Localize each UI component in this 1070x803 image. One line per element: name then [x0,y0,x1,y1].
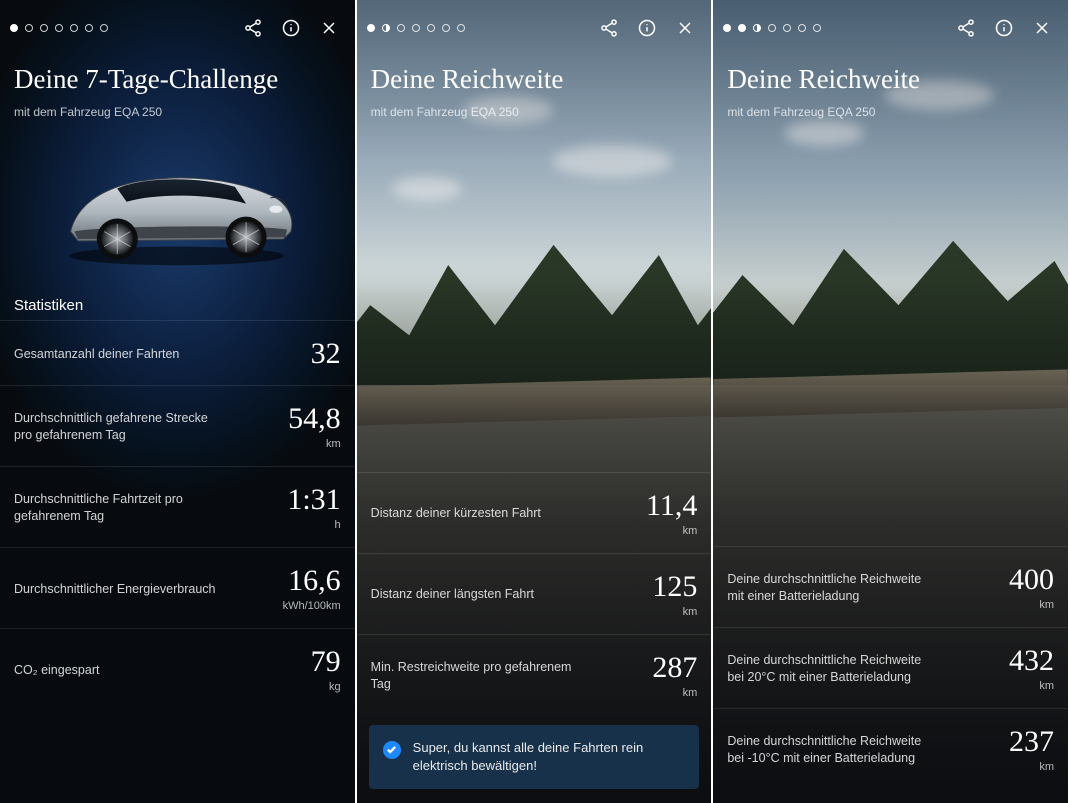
screen-range-a: Deine Reichweite mit dem Fahrzeug EQA 25… [357,0,714,803]
stat-label: Deine durchschnittliche Reichweite bei 2… [727,652,930,686]
page-dot[interactable] [40,24,48,32]
stat-label: Deine durchschnittliche Reichweite mit e… [727,571,930,605]
stat-value: 432 km [1009,646,1054,692]
top-actions [243,18,339,38]
stat-value: 11,4 km [646,491,697,537]
stat-value: 237 km [1009,727,1054,773]
stats-list: Distanz deiner kürzesten Fahrt 11,4 km D… [357,472,712,715]
section-title: Statistiken [0,287,355,320]
banner-text: Super, du kannst alle deine Fahrten rein… [413,739,686,775]
stat-label: Min. Restreichweite pro gefahrenem Tag [371,659,574,693]
stat-value: 125 km [652,572,697,618]
stat-row: Distanz deiner kürzesten Fahrt 11,4 km [357,472,712,553]
stat-label: Deine durchschnittliche Reichweite bei -… [727,733,930,767]
info-icon[interactable] [994,18,1014,38]
vehicle-image [0,127,355,287]
share-icon[interactable] [243,18,263,38]
stat-label: Distanz deiner kürzesten Fahrt [371,505,541,522]
top-bar [357,0,712,46]
page-subtitle: mit dem Fahrzeug EQA 250 [14,105,341,119]
page-indicator[interactable] [367,24,465,32]
share-icon[interactable] [599,18,619,38]
page-dot[interactable] [798,24,806,32]
page-title: Deine Reichweite [727,64,1054,95]
page-indicator[interactable] [723,24,821,32]
stat-label: CO₂ eingespart [14,662,99,679]
screen-range-b: Deine Reichweite mit dem Fahrzeug EQA 25… [713,0,1070,803]
stat-row: Min. Restreichweite pro gefahrenem Tag 2… [357,634,712,715]
page-dot[interactable] [783,24,791,32]
page-dot[interactable] [813,24,821,32]
stat-label: Durchschnittlicher Energieverbrauch [14,581,215,598]
page-subtitle: mit dem Fahrzeug EQA 250 [727,105,1054,119]
page-dot[interactable] [412,24,420,32]
stat-value: 16,6 kWh/100km [283,566,341,612]
page-dot[interactable] [738,24,746,32]
page-dot[interactable] [100,24,108,32]
page-dot[interactable] [457,24,465,32]
page-header: Deine Reichweite mit dem Fahrzeug EQA 25… [713,46,1068,127]
stat-value: 79 kg [311,647,341,693]
page-dot[interactable] [85,24,93,32]
stat-value: 54,8 km [288,404,341,450]
stat-value: 32 [311,339,341,369]
info-icon[interactable] [637,18,657,38]
page-indicator[interactable] [10,24,108,32]
top-actions [599,18,695,38]
close-icon[interactable] [319,18,339,38]
page-dot[interactable] [442,24,450,32]
page-title: Deine 7-Tage-Challenge [14,64,341,95]
top-actions [956,18,1052,38]
close-icon[interactable] [1032,18,1052,38]
page-dot[interactable] [397,24,405,32]
share-icon[interactable] [956,18,976,38]
page-dot[interactable] [768,24,776,32]
page-title: Deine Reichweite [371,64,698,95]
top-bar [0,0,355,46]
page-dot[interactable] [382,24,390,32]
stat-row: Durchschnittlich gefahrene Strecke pro g… [0,385,355,466]
stat-value: 400 km [1009,565,1054,611]
page-dot[interactable] [10,24,18,32]
stats-list: Deine durchschnittliche Reichweite mit e… [713,546,1068,803]
page-header: Deine Reichweite mit dem Fahrzeug EQA 25… [357,46,712,127]
screen-challenge: Deine 7-Tage-Challenge mit dem Fahrzeug … [0,0,357,803]
stat-value: 1:31 h [287,485,340,531]
stat-row: Durchschnittlicher Energieverbrauch 16,6… [0,547,355,628]
stat-value: 287 km [652,653,697,699]
stat-label: Durchschnittliche Fahrtzeit pro gefahren… [14,491,217,525]
stat-row: CO₂ eingespart 79 kg [0,628,355,709]
check-icon [383,741,401,759]
page-dot[interactable] [70,24,78,32]
info-icon[interactable] [281,18,301,38]
stat-row: Deine durchschnittliche Reichweite bei 2… [713,627,1068,708]
stat-label: Durchschnittlich gefahrene Strecke pro g… [14,410,217,444]
stat-row: Deine durchschnittliche Reichweite mit e… [713,546,1068,627]
stat-row: Gesamtanzahl deiner Fahrten 32 [0,320,355,385]
page-dot[interactable] [723,24,731,32]
stats-list: Gesamtanzahl deiner Fahrten 32 Durchschn… [0,320,355,709]
page-dot[interactable] [753,24,761,32]
page-subtitle: mit dem Fahrzeug EQA 250 [371,105,698,119]
stat-label: Distanz deiner längsten Fahrt [371,586,534,603]
page-header: Deine 7-Tage-Challenge mit dem Fahrzeug … [0,46,355,127]
page-dot[interactable] [25,24,33,32]
stat-row: Durchschnittliche Fahrtzeit pro gefahren… [0,466,355,547]
stat-row: Distanz deiner längsten Fahrt 125 km [357,553,712,634]
page-dot[interactable] [367,24,375,32]
stat-row: Deine durchschnittliche Reichweite bei -… [713,708,1068,789]
page-dot[interactable] [55,24,63,32]
page-dot[interactable] [427,24,435,32]
top-bar [713,0,1068,46]
stat-label: Gesamtanzahl deiner Fahrten [14,346,179,363]
success-banner: Super, du kannst alle deine Fahrten rein… [369,725,700,789]
close-icon[interactable] [675,18,695,38]
